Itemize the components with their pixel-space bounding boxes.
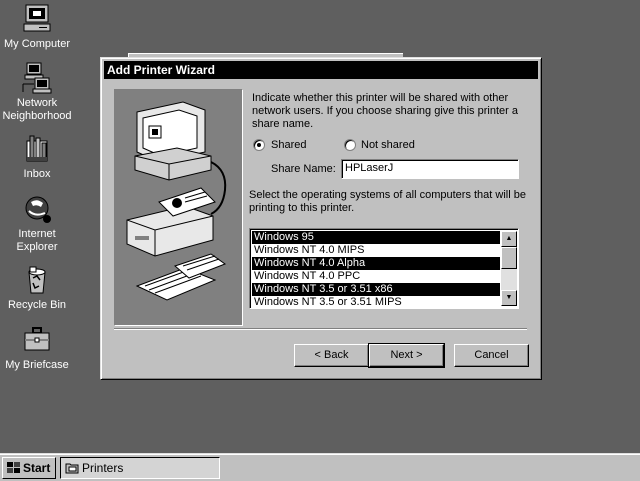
not-shared-radio[interactable] [344,139,356,151]
os-listbox[interactable]: Windows 95 Windows NT 4.0 MIPS Windows N… [249,228,519,309]
os-instruction-line: printing to this printer. [249,202,355,214]
desktop-icon-label: Internet [18,228,56,240]
windows-logo-icon [7,462,20,473]
desktop-icon-label: My Computer [3,38,71,50]
back-button[interactable]: < Back [294,344,369,367]
not-shared-label[interactable]: Not shared [361,139,415,152]
taskbar: Start Printers [0,453,640,481]
os-list-scrollbar[interactable]: ▲ ▼ [501,231,517,306]
desktop-icon-label: Neighborhood [2,110,72,122]
desktop-icon-recycle-bin[interactable]: Recycle Bin [0,264,77,312]
next-button[interactable]: Next > [368,343,445,368]
list-item[interactable]: Windows NT 4.0 Alpha [252,257,500,270]
intro-text-line: share name. [252,118,314,130]
share-name-input[interactable]: HPLaserJ [341,159,519,179]
desktop-icon-label: My Briefcase [5,359,69,371]
radio-selected-dot [257,143,261,147]
desktop-icon-label: Recycle Bin [7,299,67,311]
share-name-label: Share Name: [271,163,336,175]
list-item[interactable]: Windows NT 4.0 MIPS [252,244,500,257]
recycle-bin-icon [28,266,46,294]
list-item[interactable]: Windows NT 4.0 PPC [252,270,500,283]
scroll-down-button[interactable]: ▼ [501,290,517,306]
desktop-icon-internet-explorer[interactable]: Internet Explorer [0,193,77,254]
desktop-icon-my-briefcase[interactable]: My Briefcase [0,324,77,372]
shared-label[interactable]: Shared [271,139,306,152]
dialog-title[interactable]: Add Printer Wizard [104,61,538,79]
desktop-icon-my-computer[interactable]: My Computer [0,3,77,51]
start-button[interactable]: Start [2,457,56,479]
add-printer-wizard-dialog: Add Printer Wizard Indicate whether this… [100,57,542,380]
scroll-thumb[interactable] [501,247,517,269]
cancel-button[interactable]: Cancel [454,344,529,367]
list-item[interactable]: Windows 95 [252,231,500,244]
desktop-icon-network-neighborhood[interactable]: Network Neighborhood [0,62,77,123]
list-item[interactable]: Windows NT 3.5 or 3.51 MIPS [252,296,500,309]
taskbar-item-printers[interactable]: Printers [60,457,220,479]
start-label: Start [23,461,51,475]
internet-explorer-icon [25,196,51,223]
desktop-icon-label: Network [16,97,58,109]
scroll-up-button[interactable]: ▲ [501,231,517,247]
inbox-icon [26,135,48,162]
list-item[interactable]: Windows NT 3.5 or 3.51 x86 [252,283,500,296]
desktop-icon-inbox[interactable]: Inbox [0,133,77,181]
my-computer-icon [23,4,51,32]
dialog-separator [114,328,527,330]
briefcase-icon [24,327,50,351]
intro-text-line: Indicate whether this printer will be sh… [252,92,509,104]
taskbar-item-label: Printers [82,461,124,475]
shared-radio[interactable] [253,139,265,151]
os-instruction-line: Select the operating systems of all comp… [249,189,526,201]
desktop-icon-label: Explorer [16,241,58,253]
intro-text-line: network users. If you choose sharing giv… [252,105,518,117]
printer-illustration [114,89,243,326]
network-neighborhood-icon [22,62,52,94]
desktop-icon-label: Inbox [23,168,51,180]
printer-illustration-icon [126,101,227,301]
printers-folder-icon [65,463,79,474]
